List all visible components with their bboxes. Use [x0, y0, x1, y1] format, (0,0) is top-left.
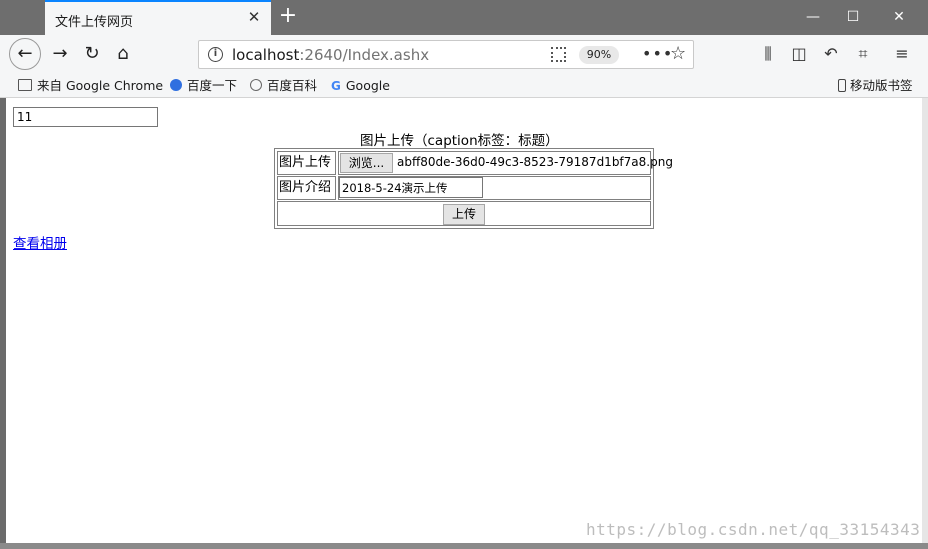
tab-title: 文件上传网页	[55, 15, 134, 30]
maximize-icon[interactable]: ☐	[830, 0, 876, 35]
address-bar[interactable]: i localhost:2640/Index.ashx 90% ••• ☆	[198, 40, 694, 69]
bookmark-baidu[interactable]: 百度一下	[170, 77, 237, 94]
scrollbar[interactable]	[922, 98, 928, 543]
table-caption: 图片上传（caption标签：标题）	[360, 133, 559, 149]
url-text[interactable]: localhost:2640/Index.ashx	[232, 46, 429, 64]
crop-screenshot-icon[interactable]: ⌗	[853, 44, 873, 64]
browse-button[interactable]: 浏览...	[340, 153, 393, 173]
site-info-icon[interactable]: i	[208, 47, 223, 62]
window-close-icon[interactable]: ✕	[876, 0, 922, 35]
upload-form-table: 图片上传 浏览... abff80de-36d0-49c3-8523-79187…	[274, 148, 673, 229]
bookmark-google-chrome[interactable]: 来自 Google Chrome	[18, 77, 163, 94]
undo-arrow-icon[interactable]: ↶	[821, 44, 841, 64]
google-g-icon: G	[331, 79, 341, 93]
page-content: 图片上传（caption标签：标题） 图片上传 浏览... abff80de-3…	[6, 98, 922, 543]
phone-icon	[838, 79, 846, 92]
tab-close-icon[interactable]: ✕	[245, 8, 263, 26]
menu-icon[interactable]: ≡	[892, 44, 912, 64]
description-input[interactable]: 2018-5-24演示上传	[339, 177, 483, 198]
desc-label-cell: 图片介绍	[277, 176, 336, 200]
sidebar-icon[interactable]: ◫	[789, 44, 809, 64]
zoom-level-badge[interactable]: 90%	[579, 46, 619, 64]
view-album-link[interactable]: 查看相册	[13, 232, 67, 252]
bookmark-star-icon[interactable]: ☆	[670, 43, 686, 64]
qr-code-icon[interactable]	[551, 47, 566, 62]
bottom-edge	[0, 543, 928, 549]
globe-icon	[250, 79, 262, 91]
bookmark-baidu-baike[interactable]: 百度百科	[250, 77, 317, 94]
tab-bar: 文件上传网页 ✕ + — ☐ ✕	[0, 0, 928, 35]
browser-window: 文件上传网页 ✕ + — ☐ ✕ ← → ↻ ⌂ i localhost:264…	[0, 0, 928, 549]
bookmark-google[interactable]: G Google	[331, 77, 390, 94]
navigation-bar: ← → ↻ ⌂ i localhost:2640/Index.ashx 90% …	[0, 35, 928, 73]
folder-icon	[18, 79, 32, 91]
upload-button[interactable]: 上传	[443, 204, 485, 225]
upload-label-cell: 图片上传	[277, 151, 336, 175]
text-input[interactable]	[13, 107, 158, 127]
tab-file-upload[interactable]: 文件上传网页 ✕	[45, 0, 271, 35]
bookmarks-bar: 来自 Google Chrome 百度一下 百度百科 G Google 移动版书签	[0, 73, 928, 98]
library-icon[interactable]: ⫼	[758, 44, 778, 64]
mobile-bookmarks[interactable]: 移动版书签	[838, 77, 913, 94]
watermark: https://blog.csdn.net/qq_33154343	[586, 520, 921, 539]
reload-icon[interactable]: ↻	[77, 39, 107, 69]
home-icon[interactable]: ⌂	[108, 39, 138, 69]
selected-filename: abff80de-36d0-49c3-8523-79187d1bf7a8.png	[397, 155, 673, 169]
baidu-paw-icon	[170, 79, 182, 91]
back-arrow-icon[interactable]: ←	[9, 38, 41, 70]
new-tab-icon[interactable]: +	[277, 5, 299, 27]
page-actions-icon[interactable]: •••	[642, 44, 673, 63]
forward-arrow-icon[interactable]: →	[45, 39, 75, 69]
